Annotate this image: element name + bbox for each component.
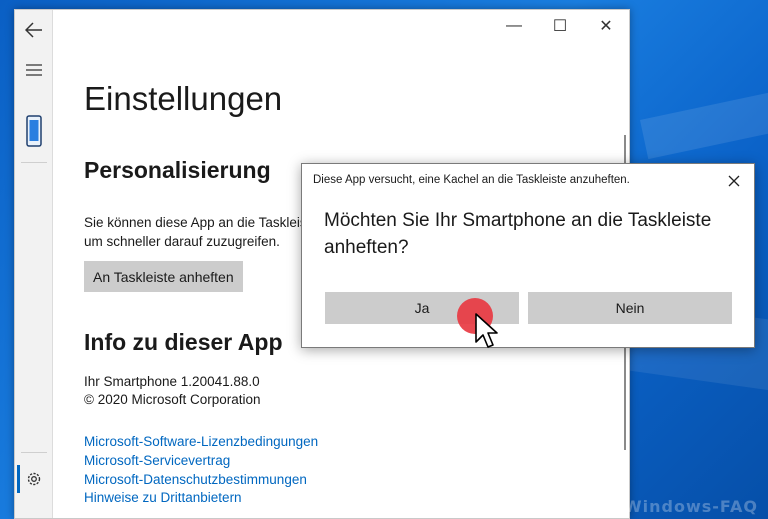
- back-arrow-icon: [25, 22, 42, 38]
- nav-item-settings[interactable]: [20, 465, 48, 493]
- smartphone-icon: [26, 115, 42, 147]
- pin-to-taskbar-button[interactable]: An Taskleiste anheften: [84, 261, 243, 292]
- pin-tile-dialog: Diese App versucht, eine Kachel an die T…: [301, 163, 755, 348]
- dialog-close-button[interactable]: [720, 168, 748, 194]
- dialog-question: Möchten Sie Ihr Smartphone an die Taskle…: [324, 210, 712, 258]
- desktop-light-beam: [640, 65, 768, 160]
- gear-icon: [27, 472, 41, 486]
- section-title-personalization: Personalisierung: [84, 157, 271, 183]
- app-version: Ihr Smartphone 1.20041.88.0: [84, 374, 260, 389]
- dialog-caption: Diese App versucht, eine Kachel an die T…: [313, 174, 630, 186]
- watermark: Windows-FAQ: [624, 497, 758, 516]
- close-icon: [728, 175, 740, 187]
- nav-divider: [21, 162, 47, 163]
- nav-rail: [15, 10, 53, 518]
- no-button[interactable]: Nein: [528, 292, 732, 324]
- section-title-about: Info zu dieser App: [84, 329, 283, 355]
- back-button[interactable]: [20, 16, 48, 44]
- menu-button[interactable]: [20, 56, 48, 84]
- link-third-party-notices[interactable]: Hinweise zu Drittanbietern: [84, 490, 242, 505]
- nav-divider: [21, 452, 47, 453]
- link-license-terms[interactable]: Microsoft-Software-Lizenzbedingungen: [84, 434, 318, 449]
- mouse-pointer-icon: [475, 313, 498, 348]
- page-title: Einstellungen: [84, 80, 283, 117]
- hamburger-menu-icon: [26, 64, 42, 76]
- copyright: © 2020 Microsoft Corporation: [84, 392, 261, 407]
- link-service-agreement[interactable]: Microsoft-Servicevertrag: [84, 453, 230, 468]
- nav-item-phone[interactable]: [20, 114, 48, 148]
- link-privacy-statement[interactable]: Microsoft-Datenschutzbestimmungen: [84, 472, 307, 487]
